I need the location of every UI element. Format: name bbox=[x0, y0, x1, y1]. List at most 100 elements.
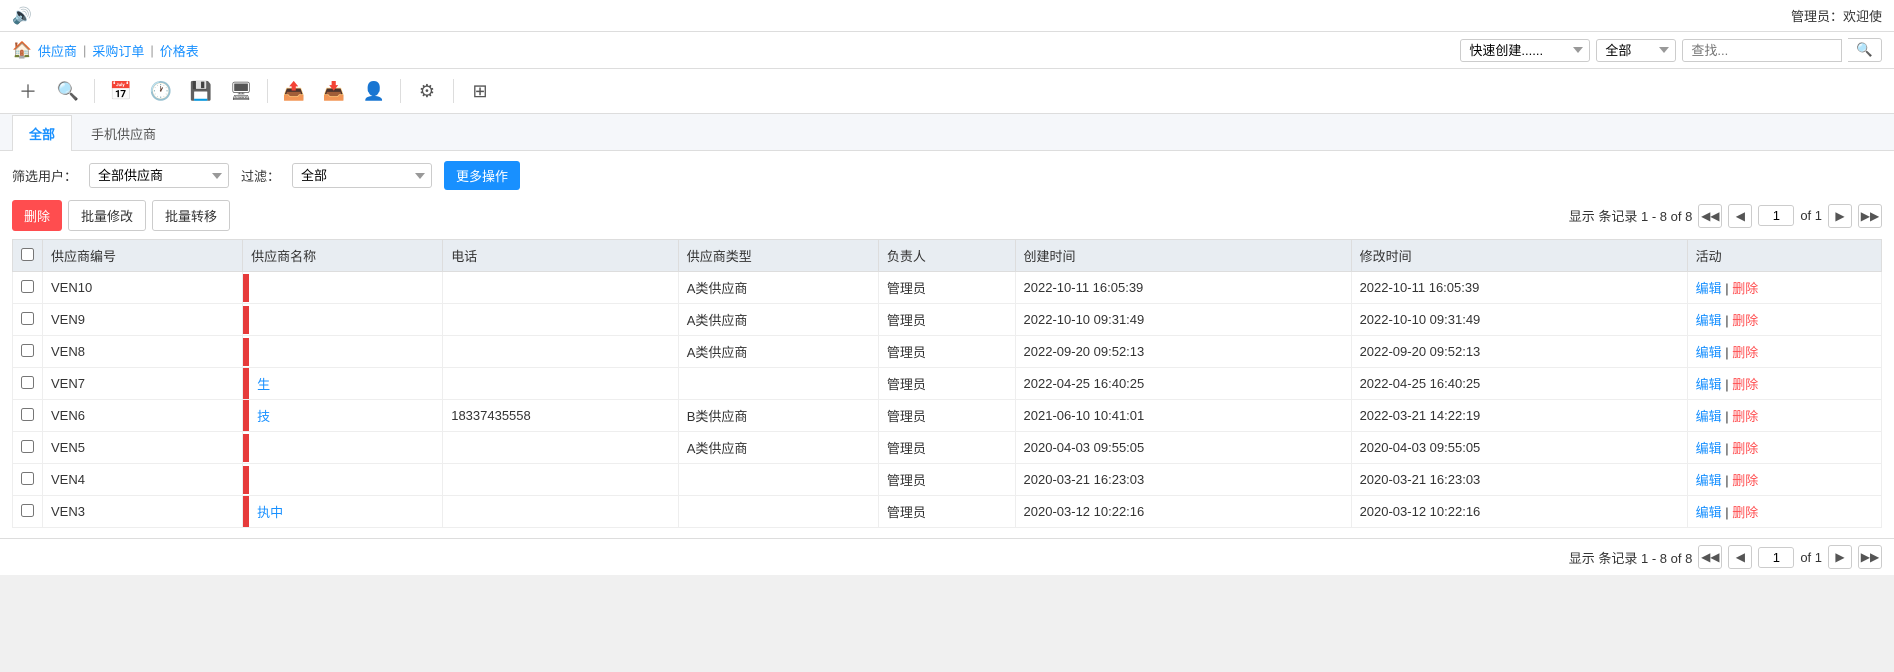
table-row: VEN10 A类供应商管理员2022-10-11 16:05:392022-10… bbox=[13, 272, 1882, 304]
nav-link-supplier[interactable]: 供应商 bbox=[38, 41, 77, 60]
nav-link-purchase[interactable]: 采购订单 bbox=[92, 41, 144, 60]
batch-transfer-button[interactable]: 批量转移 bbox=[152, 200, 230, 231]
vendor-actions: 编辑 | 删除 bbox=[1687, 432, 1881, 464]
edit-link[interactable]: 编辑 bbox=[1696, 473, 1722, 488]
vendor-type: B类供应商 bbox=[678, 400, 878, 432]
settings-icon[interactable]: ⚙ bbox=[411, 75, 443, 107]
grid-icon[interactable]: ⊞ bbox=[464, 75, 496, 107]
toolbar-sep-3 bbox=[400, 79, 401, 103]
toolbar-sep-2 bbox=[267, 79, 268, 103]
row-delete-link[interactable]: 删除 bbox=[1732, 441, 1758, 456]
user-icon[interactable]: 👤 bbox=[358, 75, 390, 107]
bottom-first-page-btn[interactable]: ◀◀ bbox=[1698, 545, 1722, 569]
header-checkbox bbox=[13, 240, 43, 272]
vendor-name-link[interactable]: 技 bbox=[249, 400, 278, 431]
row-delete-link[interactable]: 删除 bbox=[1732, 281, 1758, 296]
vendor-phone bbox=[443, 368, 679, 400]
search-input[interactable] bbox=[1682, 39, 1842, 62]
edit-link[interactable]: 编辑 bbox=[1696, 313, 1722, 328]
vendor-owner: 管理员 bbox=[878, 464, 1015, 496]
vendor-name-link[interactable] bbox=[249, 306, 265, 334]
nav-left: 🏠 供应商 | 采购订单 | 价格表 bbox=[12, 40, 199, 60]
row-delete-link[interactable]: 删除 bbox=[1732, 313, 1758, 328]
vendor-actions: 编辑 | 删除 bbox=[1687, 464, 1881, 496]
row-checkbox[interactable] bbox=[21, 280, 34, 293]
vendor-phone bbox=[443, 336, 679, 368]
search-toolbar-icon[interactable]: 🔍 bbox=[52, 75, 84, 107]
edit-link[interactable]: 编辑 bbox=[1696, 281, 1722, 296]
user-filter-label: 筛选用户： bbox=[12, 166, 77, 185]
user-filter-select[interactable]: 全部供应商 bbox=[89, 163, 229, 188]
type-filter-select[interactable]: 全部 bbox=[292, 163, 432, 188]
page-number-input[interactable] bbox=[1758, 205, 1794, 226]
bottom-pagination-bar: 显示 条记录 1 - 8 of 8 ◀◀ ◀ of 1 ▶ ▶▶ bbox=[0, 538, 1894, 575]
vendor-name bbox=[243, 464, 443, 496]
table-row: VEN5 A类供应商管理员2020-04-03 09:55:052020-04-… bbox=[13, 432, 1882, 464]
tab-mobile-supplier[interactable]: 手机供应商 bbox=[74, 115, 173, 151]
tab-all[interactable]: 全部 bbox=[12, 115, 72, 151]
save-icon[interactable]: 💾 bbox=[185, 75, 217, 107]
vendor-name-link[interactable] bbox=[249, 274, 265, 302]
upload-icon[interactable]: 📤 bbox=[278, 75, 310, 107]
home-icon[interactable]: 🏠 bbox=[12, 40, 32, 60]
vendor-name-link[interactable]: 执中 bbox=[249, 496, 291, 527]
row-checkbox[interactable] bbox=[21, 312, 34, 325]
row-delete-link[interactable]: 删除 bbox=[1732, 345, 1758, 360]
row-checkbox[interactable] bbox=[21, 440, 34, 453]
monitor-icon[interactable]: 🖥 bbox=[225, 75, 257, 107]
row-checkbox-cell bbox=[13, 432, 43, 464]
bottom-last-page-btn[interactable]: ▶▶ bbox=[1858, 545, 1882, 569]
edit-link[interactable]: 编辑 bbox=[1696, 345, 1722, 360]
vendor-name-link[interactable] bbox=[249, 434, 265, 462]
vendor-owner: 管理员 bbox=[878, 336, 1015, 368]
vendor-actions: 编辑 | 删除 bbox=[1687, 368, 1881, 400]
select-all-checkbox[interactable] bbox=[21, 248, 34, 261]
vendor-modified: 2022-10-11 16:05:39 bbox=[1351, 272, 1687, 304]
row-delete-link[interactable]: 删除 bbox=[1732, 473, 1758, 488]
last-page-btn[interactable]: ▶▶ bbox=[1858, 204, 1882, 228]
nav-link-price[interactable]: 价格表 bbox=[160, 41, 199, 60]
edit-link[interactable]: 编辑 bbox=[1696, 409, 1722, 424]
header-vendor-type: 供应商类型 bbox=[678, 240, 878, 272]
bottom-page-number-input[interactable] bbox=[1758, 547, 1794, 568]
header-phone: 电话 bbox=[443, 240, 679, 272]
clock-icon[interactable]: 🕐 bbox=[145, 75, 177, 107]
nav-right: 快速创建...... 全部 🔍 bbox=[1460, 38, 1882, 62]
edit-link[interactable]: 编辑 bbox=[1696, 505, 1722, 520]
more-operations-button[interactable]: 更多操作 bbox=[444, 161, 520, 190]
vendor-modified: 2022-10-10 09:31:49 bbox=[1351, 304, 1687, 336]
vendor-name-link[interactable] bbox=[249, 466, 265, 494]
vendor-modified: 2020-04-03 09:55:05 bbox=[1351, 432, 1687, 464]
row-delete-link[interactable]: 删除 bbox=[1732, 409, 1758, 424]
search-button[interactable]: 🔍 bbox=[1848, 38, 1882, 62]
vendor-modified: 2022-04-25 16:40:25 bbox=[1351, 368, 1687, 400]
row-checkbox[interactable] bbox=[21, 376, 34, 389]
vendor-created: 2022-09-20 09:52:13 bbox=[1015, 336, 1351, 368]
vendor-name-link[interactable]: 生 bbox=[249, 368, 278, 399]
bottom-next-page-btn[interactable]: ▶ bbox=[1828, 545, 1852, 569]
row-checkbox[interactable] bbox=[21, 504, 34, 517]
bottom-prev-page-btn[interactable]: ◀ bbox=[1728, 545, 1752, 569]
row-checkbox[interactable] bbox=[21, 408, 34, 421]
next-page-btn[interactable]: ▶ bbox=[1828, 204, 1852, 228]
vendor-name-link[interactable] bbox=[249, 338, 265, 366]
add-icon[interactable]: ＋ bbox=[12, 75, 44, 107]
row-delete-link[interactable]: 删除 bbox=[1732, 505, 1758, 520]
header-vendor-id: 供应商编号 bbox=[43, 240, 243, 272]
row-checkbox[interactable] bbox=[21, 344, 34, 357]
nav-filter-select[interactable]: 全部 bbox=[1596, 39, 1676, 62]
download-icon[interactable]: 📥 bbox=[318, 75, 350, 107]
calendar-icon[interactable]: 📅 bbox=[105, 75, 137, 107]
row-delete-link[interactable]: 删除 bbox=[1732, 377, 1758, 392]
edit-link[interactable]: 编辑 bbox=[1696, 441, 1722, 456]
edit-link[interactable]: 编辑 bbox=[1696, 377, 1722, 392]
vendor-modified: 2020-03-21 16:23:03 bbox=[1351, 464, 1687, 496]
quick-create-select[interactable]: 快速创建...... bbox=[1460, 39, 1590, 62]
delete-button[interactable]: 删除 bbox=[12, 200, 62, 231]
top-pagination: 显示 条记录 1 - 8 of 8 ◀◀ ◀ of 1 ▶ ▶▶ bbox=[1569, 204, 1882, 228]
batch-edit-button[interactable]: 批量修改 bbox=[68, 200, 146, 231]
first-page-btn[interactable]: ◀◀ bbox=[1698, 204, 1722, 228]
vendor-name: 生 bbox=[243, 368, 443, 400]
row-checkbox[interactable] bbox=[21, 472, 34, 485]
prev-page-btn[interactable]: ◀ bbox=[1728, 204, 1752, 228]
